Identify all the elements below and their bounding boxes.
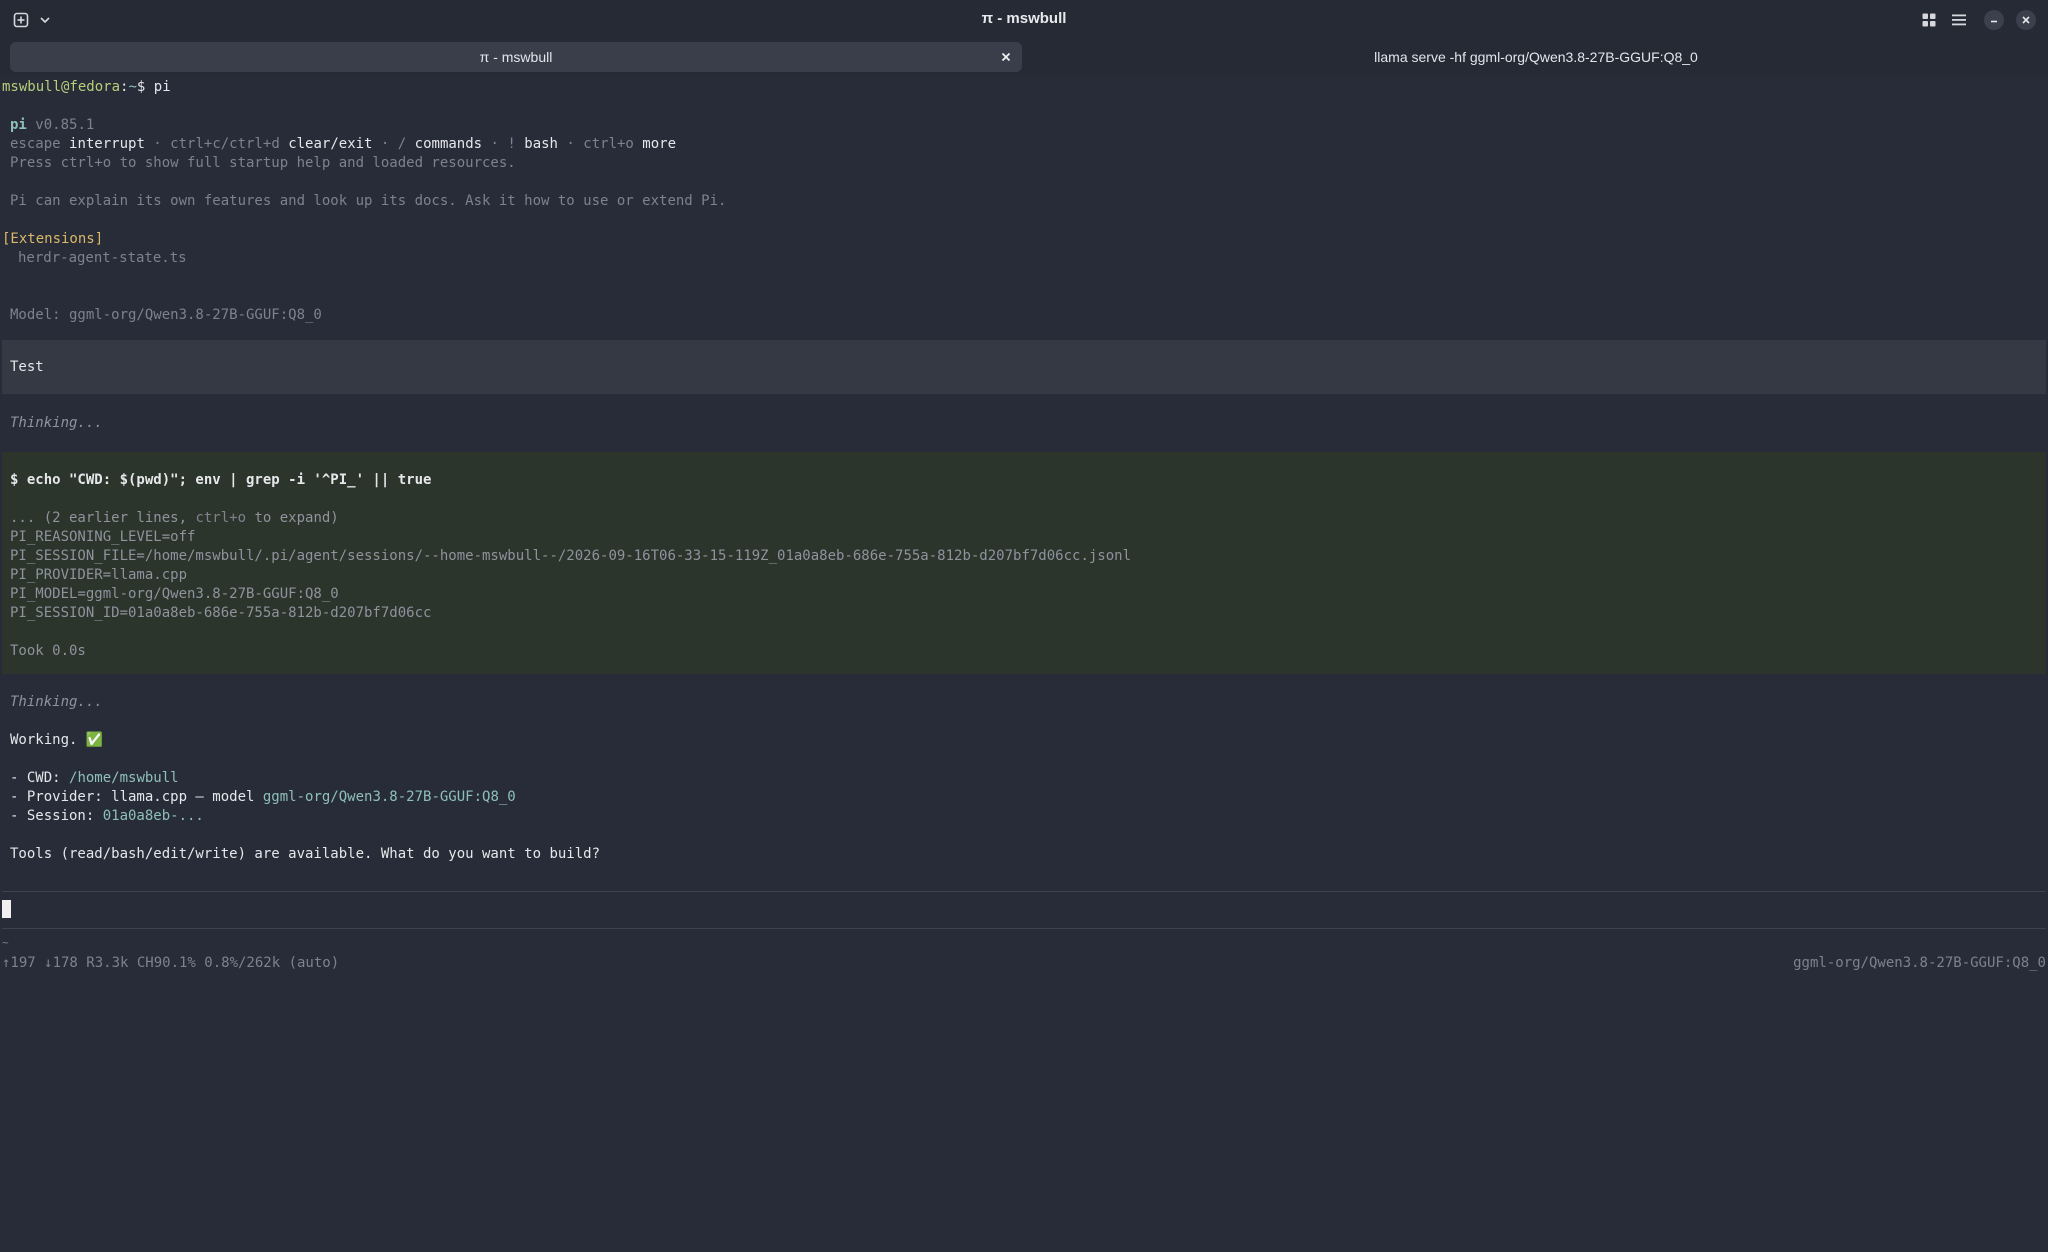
hint-separator: · — [372, 136, 398, 152]
key-slash: / — [397, 136, 407, 152]
response-working: Working. ✅ — [10, 732, 104, 748]
tab-label: llama serve -hf ggml-org/Qwen3.8-27B-GGU… — [1374, 49, 1698, 65]
status-cwd: ~ — [2, 936, 9, 949]
tab-close-icon[interactable] — [996, 47, 1016, 67]
collapsed-suffix: to expand) — [246, 510, 339, 526]
action-clear-exit: clear/exit — [288, 136, 373, 152]
prompt-path: ~ — [128, 79, 137, 95]
tab-pi-mswbull[interactable]: π - mswbull — [10, 42, 1022, 72]
collapsed-lines-note: ... (2 earlier lines, ctrl+o to expand) — [10, 509, 339, 527]
keybinding-hints: escape interrupt · ctrl+c/ctrl+d clear/e… — [10, 135, 676, 153]
provider-label: - Provider: llama.cpp — model — [10, 789, 263, 805]
action-interrupt: interrupt — [69, 136, 145, 152]
extensions-heading: [Extensions] — [2, 231, 104, 247]
response-cwd: - CWD: /home/mswbull — [10, 769, 179, 787]
hint-separator: · — [144, 136, 171, 152]
thinking-indicator: Thinking... — [10, 415, 103, 431]
response-tools-line: Tools (read/bash/edit/write) are availab… — [10, 846, 601, 862]
cwd-value: /home/mswbull — [69, 770, 179, 786]
minimize-icon[interactable] — [1982, 8, 2006, 32]
model-line: Model: ggml-org/Qwen3.8-27B-GGUF:Q8_0 — [10, 307, 322, 323]
user-message-block — [2, 340, 2046, 394]
key-escape: escape — [10, 136, 61, 152]
bash-output-line: PI_MODEL=ggml-org/Qwen3.8-27B-GGUF:Q8_0 — [10, 586, 339, 602]
tab-bar: π - mswbull llama serve -hf ggml-org/Qwe… — [0, 40, 2048, 76]
provider-value: ggml-org/Qwen3.8-27B-GGUF:Q8_0 — [262, 789, 516, 805]
session-value: 01a0a8eb-... — [102, 808, 204, 824]
pi-version-line: pi v0.85.1 — [10, 116, 94, 134]
prompt-command: pi — [153, 79, 171, 95]
startup-help-line: Press ctrl+o to show full startup help a… — [10, 155, 516, 171]
action-bash: bash — [524, 136, 558, 152]
key-ctrl-o: ctrl+o — [583, 136, 634, 152]
user-message: Test — [10, 359, 44, 375]
key-bang: ! — [507, 136, 516, 152]
key-ctrl-c: ctrl+c/ctrl+d — [170, 136, 280, 152]
tab-label: π - mswbull — [479, 49, 553, 65]
bash-duration: Took 0.0s — [10, 643, 86, 659]
response-session: - Session: 01a0a8eb-... — [10, 807, 204, 825]
thinking-indicator: Thinking... — [10, 694, 103, 710]
close-icon[interactable] — [2014, 8, 2038, 32]
input-top-divider — [2, 891, 2046, 892]
bash-command: $ echo "CWD: $(pwd)"; env | grep -i '^PI… — [10, 472, 432, 488]
hint-separator: · — [482, 136, 508, 152]
status-token-stats: ↑197 ↓178 R3.3k CH90.1% 0.8%/262k (auto) — [2, 955, 340, 971]
intro-line: Pi can explain its own features and look… — [10, 193, 727, 209]
pi-version: v0.85.1 — [35, 117, 95, 133]
action-commands: commands — [414, 136, 483, 152]
title-bar: π - mswbull — [0, 0, 2048, 40]
bash-output-line: PI_REASONING_LEVEL=off — [10, 529, 196, 545]
input-bottom-divider — [2, 928, 2046, 929]
session-label: - Session: — [10, 808, 103, 824]
shell-prompt-line: mswbull@fedora:~$ pi — [2, 78, 171, 96]
hamburger-menu-icon[interactable] — [1947, 8, 1971, 32]
grid-icon[interactable] — [1917, 8, 1941, 32]
window-title: π - mswbull — [981, 10, 1067, 27]
prompt-symbol: $ — [136, 79, 146, 95]
tab-llama-serve[interactable]: llama serve -hf ggml-org/Qwen3.8-27B-GGU… — [1036, 42, 2036, 72]
cwd-label: - CWD: — [10, 770, 70, 786]
text-cursor[interactable] — [2, 900, 11, 918]
action-more: more — [642, 136, 677, 152]
extension-item: herdr-agent-state.ts — [18, 250, 187, 266]
response-provider: - Provider: llama.cpp — model ggml-org/Q… — [10, 788, 516, 806]
collapsed-prefix: ... (2 earlier lines, — [10, 510, 196, 526]
bash-output-line: PI_SESSION_ID=01a0a8eb-686e-755a-812b-d2… — [10, 605, 432, 621]
hint-separator: · — [557, 136, 584, 152]
status-model: ggml-org/Qwen3.8-27B-GGUF:Q8_0 — [1793, 955, 2046, 971]
terminal-pane[interactable]: mswbull@fedora:~$ pi pi v0.85.1 escape i… — [0, 76, 2048, 1252]
bash-output-line: PI_SESSION_FILE=/home/mswbull/.pi/agent/… — [10, 548, 1132, 564]
collapsed-key: ctrl+o — [195, 510, 247, 526]
prompt-user-host: mswbull@fedora — [2, 79, 121, 95]
bash-output-line: PI_PROVIDER=llama.cpp — [10, 567, 188, 583]
pi-name: pi — [10, 117, 27, 133]
